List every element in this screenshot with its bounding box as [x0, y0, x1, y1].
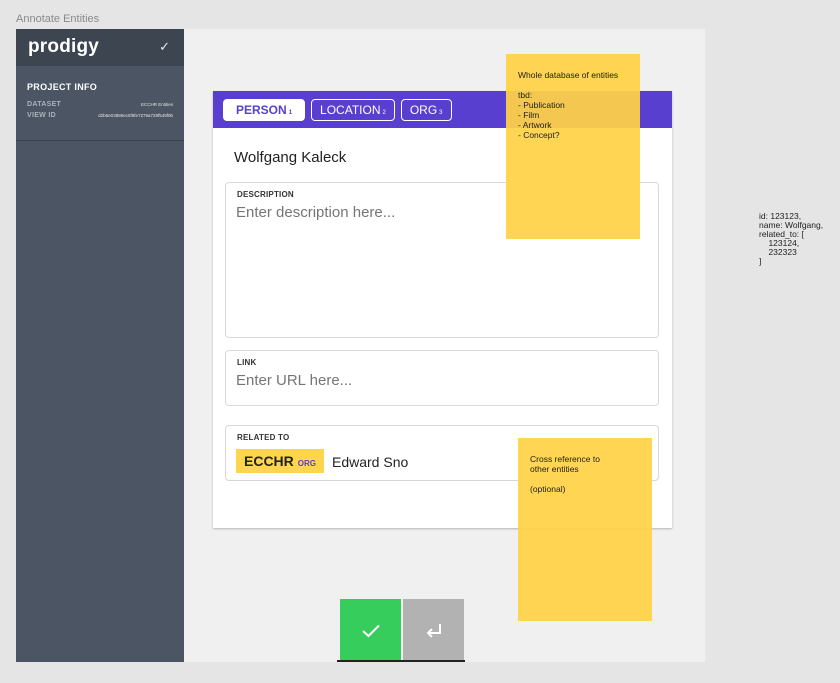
label-org-text: ORG — [409, 102, 438, 117]
logo: prodigy — [28, 36, 100, 57]
sticky-note-line: tbd: — [518, 90, 533, 100]
check-icon[interactable]: ✓ — [159, 39, 170, 55]
sticky-note-database: Whole database of entities tbd: - Public… — [506, 54, 640, 239]
related-entity-name: ECCHR — [244, 453, 294, 469]
link-label: LINK — [237, 358, 257, 367]
view-id-key: VIEW ID — [27, 112, 56, 119]
dataset-value: ECCHR Entities — [140, 102, 173, 107]
sticky-note-line: (optional) — [530, 484, 566, 494]
project-row-dataset: DATASET ECCHR Entities — [27, 99, 173, 110]
sticky-note-line: other entities — [530, 464, 579, 474]
sticky-note-line: Whole database of entities — [518, 70, 619, 80]
label-org-key: 3 — [439, 109, 443, 116]
skip-button[interactable] — [403, 599, 464, 662]
description-label: DESCRIPTION — [237, 190, 294, 199]
entity-name: Wolfgang Kaleck — [234, 149, 347, 166]
project-info-title: PROJECT INFO — [27, 82, 98, 92]
related-input[interactable]: Edward Sno — [332, 454, 408, 470]
json-note-line: 232323 — [759, 247, 797, 257]
frame-title: Annotate Entities — [16, 13, 100, 25]
json-note: id: 123123, name: Wolfgang, related_to: … — [759, 212, 823, 266]
related-label: RELATED TO — [237, 433, 290, 442]
sticky-note-crossref: Cross reference to other entities (optio… — [518, 438, 652, 621]
label-location-key: 2 — [382, 109, 386, 116]
sticky-note-item: - Artwork — [518, 120, 552, 130]
project-info: PROJECT INFO DATASET ECCHR Entities VIEW… — [16, 66, 184, 141]
label-person-key: 1 — [288, 109, 293, 116]
project-row-view-id: VIEW ID d2b6e03886ec5f9fe7279a729f549f0b — [27, 110, 173, 121]
json-note-line: ] — [759, 256, 762, 266]
dataset-key: DATASET — [27, 101, 62, 108]
sidebar: prodigy ✓ PROJECT INFO DATASET ECCHR Ent… — [16, 29, 184, 662]
label-location-text: LOCATION — [320, 102, 381, 117]
sticky-note-item: - Film — [518, 110, 540, 120]
link-input[interactable] — [236, 372, 636, 389]
check-icon — [361, 624, 380, 637]
label-person-text: PERSON — [236, 102, 287, 117]
related-entity-chip[interactable]: ECCHR ORG — [236, 449, 325, 473]
label-location[interactable]: LOCATION 2 — [311, 98, 395, 121]
sidebar-header: prodigy ✓ — [16, 29, 184, 66]
button-underline — [337, 660, 465, 662]
app-frame: prodigy ✓ PROJECT INFO DATASET ECCHR Ent… — [16, 29, 705, 662]
related-entity-type: ORG — [297, 459, 317, 468]
accept-button[interactable] — [340, 599, 401, 662]
enter-icon — [426, 623, 441, 638]
label-person[interactable]: PERSON 1 — [223, 98, 306, 121]
link-field[interactable]: LINK — [225, 350, 659, 406]
sticky-note-item: - Publication — [518, 100, 565, 110]
label-org[interactable]: ORG 3 — [400, 98, 452, 121]
sticky-note-line: Cross reference to — [530, 454, 600, 464]
view-id-value: d2b6e03886ec5f9fe7279a729f549f0b — [98, 113, 173, 118]
sticky-note-item: - Concept? — [518, 130, 560, 140]
